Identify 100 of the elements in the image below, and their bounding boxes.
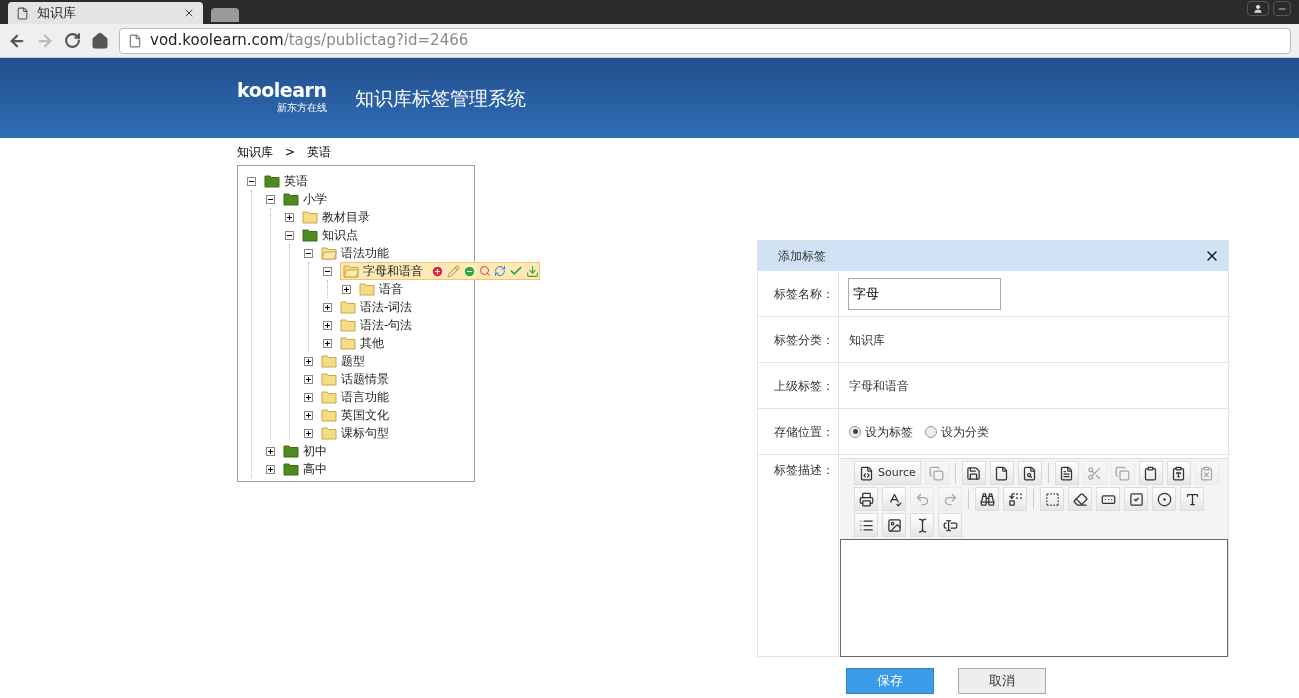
toolbar-button[interactable] (854, 513, 878, 537)
tree-node[interactable]: 其他 (340, 334, 384, 352)
breadcrumb-link[interactable]: 知识库 (237, 143, 273, 161)
close-icon[interactable] (183, 7, 195, 19)
add-icon[interactable] (431, 264, 444, 278)
expand-toggle[interactable] (323, 302, 332, 312)
tree-node[interactable]: 小学 (283, 190, 327, 208)
toolbar-button[interactable] (910, 513, 934, 537)
toolbar-button[interactable] (961, 461, 986, 485)
expand-toggle[interactable] (304, 428, 313, 438)
replace-icon (1007, 491, 1023, 507)
profile-button[interactable] (1247, 1, 1269, 16)
minimize-button[interactable] (1273, 1, 1291, 16)
node-label: 语法-句法 (360, 317, 413, 334)
collapse-toggle[interactable] (323, 266, 332, 276)
expand-toggle[interactable] (285, 212, 294, 222)
browser-tab[interactable]: 知识库 (8, 2, 203, 24)
tree-node[interactable]: 知识点 (302, 226, 358, 244)
expand-toggle[interactable] (304, 392, 313, 402)
download-icon[interactable] (526, 264, 539, 278)
field-label: 存储位置： (758, 409, 839, 454)
tab-title: 知识库 (37, 4, 77, 23)
tree-node[interactable]: 英国文化 (321, 406, 389, 424)
radio-option[interactable]: 设为分类 (925, 422, 989, 441)
expand-toggle[interactable] (304, 410, 313, 420)
name-input[interactable]: 字母 (848, 277, 1001, 310)
field-value: 知识库 (848, 331, 885, 349)
description-editor[interactable] (840, 539, 1228, 657)
logo: koolearn (237, 81, 327, 100)
expand-toggle[interactable] (323, 338, 332, 348)
tree-node[interactable]: 话题情景 (321, 370, 389, 388)
toolbar-button[interactable] (882, 487, 906, 511)
tree-node[interactable]: 语言功能 (321, 388, 389, 406)
toolbar-button[interactable] (1138, 461, 1163, 485)
node-label: 语法-词法 (360, 299, 413, 316)
expand-toggle[interactable] (266, 446, 275, 456)
tree-node[interactable]: 语音 (359, 280, 403, 298)
checkbox-icon (1128, 491, 1144, 507)
node-label: 教材目录 (322, 209, 370, 226)
toolbar-button[interactable] (1054, 461, 1079, 485)
collapse-toggle[interactable] (285, 230, 294, 240)
expand-toggle[interactable] (323, 320, 332, 330)
tree-node[interactable]: 初中 (283, 442, 327, 460)
expand-toggle[interactable] (266, 464, 275, 474)
cancel-button[interactable]: 取消 (958, 668, 1046, 694)
toolbar-button[interactable] (1096, 487, 1120, 511)
toolbar-button[interactable] (854, 487, 878, 511)
clipboard-icon (1143, 465, 1159, 481)
remove-icon[interactable] (463, 264, 476, 278)
node-label: 高中 (303, 461, 327, 478)
radio-button[interactable] (849, 425, 861, 438)
tree-node[interactable]: 语法-句法 (340, 316, 413, 334)
tree-node[interactable]: 题型 (321, 352, 365, 370)
collapse-toggle[interactable] (304, 248, 313, 258)
list-icon (858, 517, 874, 533)
refresh-icon[interactable] (494, 265, 506, 277)
undo-icon (914, 491, 930, 507)
search-icon[interactable] (479, 265, 491, 277)
node-label: 知识点 (322, 227, 358, 244)
expand-toggle[interactable] (342, 284, 351, 294)
toolbar-button[interactable] (1166, 461, 1191, 485)
node-label: 语法功能 (341, 245, 389, 262)
toolbar-button[interactable] (1152, 487, 1176, 511)
toolbar-button[interactable] (1017, 461, 1042, 485)
radio-button[interactable] (925, 425, 937, 438)
node-label: 小学 (303, 191, 327, 208)
tree-node[interactable]: 语法功能 (321, 244, 389, 262)
toolbar-button[interactable] (1003, 487, 1027, 511)
node-label: 课标句型 (341, 425, 389, 442)
toolbar-button[interactable] (938, 513, 962, 537)
tree-node[interactable]: 语法-词法 (340, 298, 413, 316)
radio-option[interactable]: 设为标签 (849, 422, 913, 441)
printer-icon (858, 491, 874, 507)
expand-toggle[interactable] (304, 374, 313, 384)
redo-icon (942, 491, 958, 507)
toolbar-button[interactable] (989, 461, 1014, 485)
breadcrumb-link[interactable]: 英语 (307, 143, 332, 161)
toolbar-button[interactable] (882, 513, 906, 537)
home-icon[interactable] (91, 31, 109, 50)
reload-icon[interactable] (64, 32, 81, 49)
node-label: 初中 (303, 443, 327, 460)
toolbar-button[interactable] (975, 487, 999, 511)
radio-icon (1156, 491, 1172, 507)
check-icon[interactable] (509, 264, 523, 278)
toolbar-button[interactable] (1124, 487, 1148, 511)
tree-node[interactable]: 课标句型 (321, 424, 389, 442)
toolbar-button[interactable] (1180, 487, 1204, 511)
address-bar[interactable]: vod.koolearn.com/tags/publictag?id=2466 (119, 27, 1291, 54)
tree-node[interactable]: 字母和语音 (340, 262, 540, 280)
expand-toggle[interactable] (304, 356, 313, 366)
collapse-toggle[interactable] (266, 194, 275, 204)
source-button[interactable]: Source (854, 461, 921, 485)
tree-node[interactable]: 高中 (283, 460, 327, 478)
tree-node[interactable]: 英语 (264, 172, 308, 190)
collapse-toggle[interactable] (247, 176, 256, 186)
text-area-icon (1184, 491, 1200, 507)
toolbar-button[interactable] (1068, 487, 1092, 511)
tree-node[interactable]: 教材目录 (302, 208, 370, 226)
binoculars-icon (979, 491, 995, 507)
image-icon (886, 517, 902, 533)
